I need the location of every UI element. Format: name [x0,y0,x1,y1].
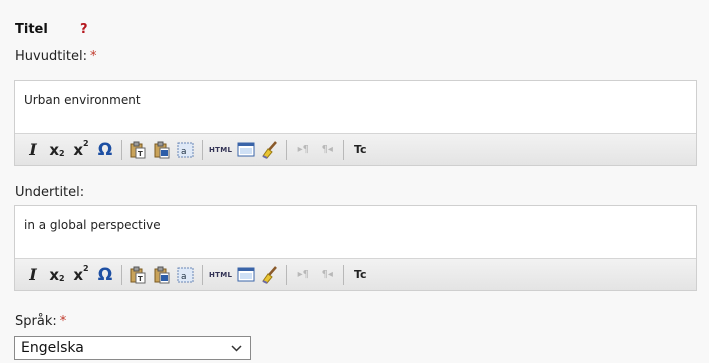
ltr-icon[interactable]: ▸¶ [293,264,313,286]
paste-word-icon[interactable] [152,264,172,286]
subtitle-editor[interactable]: in a global perspective I x2 x2 Ω T a HT… [14,205,697,291]
language-label-text: Språk: [15,314,57,329]
required-marker: * [90,49,97,64]
italic-icon[interactable]: I [23,139,43,161]
main-title-label: Huvudtitel: * [15,49,97,64]
help-icon[interactable]: ? [80,22,88,37]
superscript-mark: 2 [83,139,89,148]
tc-icon[interactable]: Tc [350,139,370,161]
clean-format-icon[interactable] [260,264,280,286]
omega-icon[interactable]: Ω [95,264,115,286]
svg-text:a: a [181,147,187,157]
select-all-icon[interactable]: a [176,264,196,286]
section-title: Titel [15,22,48,37]
paste-word-icon[interactable] [152,139,172,161]
html-source-icon[interactable]: HTML [209,264,232,286]
main-title-editor[interactable]: Urban environment I x2 x2 Ω T a HTML ▸¶ … [14,80,697,166]
main-title-label-text: Huvudtitel: [15,49,87,64]
main-title-toolbar: I x2 x2 Ω T a HTML ▸¶ ¶◂ Tc [15,133,696,165]
subscript-icon[interactable]: x2 [47,139,67,161]
svg-text:T: T [138,275,143,283]
toolbar-separator [121,139,122,160]
toolbar-separator [343,264,345,285]
superscript-mark: 2 [83,264,89,273]
subscript-glyph: x [49,140,60,159]
rtl-icon[interactable]: ¶◂ [317,264,337,286]
language-selected-value: Engelska [21,340,84,356]
select-all-icon[interactable]: a [176,139,196,161]
language-select[interactable]: Engelska [14,336,251,360]
clean-format-icon[interactable] [260,139,280,161]
required-marker: * [59,314,67,329]
superscript-icon[interactable]: x2 [71,264,91,286]
superscript-glyph: x [73,265,84,284]
toolbar-separator [286,264,288,285]
svg-text:T: T [138,150,143,158]
toolbar-separator [343,139,345,160]
tc-icon[interactable]: Tc [350,264,370,286]
preview-icon[interactable] [236,264,256,286]
preview-icon[interactable] [236,139,256,161]
subtitle-input[interactable]: in a global perspective [15,206,696,258]
italic-icon[interactable]: I [23,264,43,286]
subscript-icon[interactable]: x2 [47,264,67,286]
subscript-glyph: x [49,265,60,284]
superscript-icon[interactable]: x2 [71,139,91,161]
subscript-mark: 2 [59,149,65,158]
rtl-icon[interactable]: ¶◂ [317,139,337,161]
paste-text-icon[interactable]: T [128,139,148,161]
subtitle-label: Undertitel: [15,185,85,200]
subscript-mark: 2 [59,274,65,283]
paste-text-icon[interactable]: T [128,264,148,286]
html-source-icon[interactable]: HTML [209,139,232,161]
main-title-input[interactable]: Urban environment [15,81,696,133]
language-label: Språk: * [15,314,66,329]
superscript-glyph: x [73,140,84,159]
omega-icon[interactable]: Ω [95,139,115,161]
toolbar-separator [121,264,122,285]
toolbar-separator [202,139,203,160]
svg-text:a: a [181,272,187,282]
chevron-down-icon [231,340,242,356]
toolbar-separator [286,139,288,160]
subtitle-toolbar: I x2 x2 Ω T a HTML ▸¶ ¶◂ Tc [15,258,696,290]
ltr-icon[interactable]: ▸¶ [293,139,313,161]
toolbar-separator [202,264,203,285]
